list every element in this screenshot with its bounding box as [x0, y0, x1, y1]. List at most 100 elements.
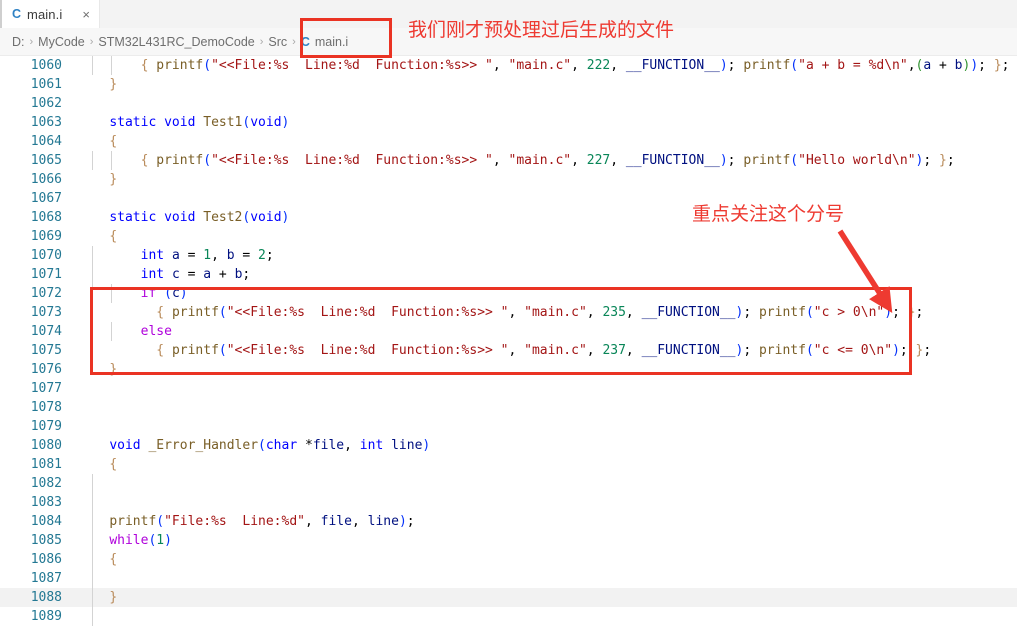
breadcrumb: D: › MyCode › STM32L431RC_DemoCode › Src… [0, 28, 1017, 56]
code-line[interactable]: 1068 static void Test2(void) [0, 208, 1017, 227]
code-line[interactable]: 1074 else [0, 322, 1017, 341]
line-number: 1065 [30, 153, 62, 168]
breadcrumb-item-mycode[interactable]: MyCode [38, 35, 85, 49]
line-content[interactable]: static void Test2(void) [62, 208, 289, 227]
code-line[interactable]: 1065 { printf("<<File:%s Line:%d Functio… [0, 151, 1017, 170]
code-line[interactable]: 1087 [0, 569, 1017, 588]
line-number: 1062 [30, 96, 62, 111]
line-number: 1069 [30, 229, 62, 244]
breadcrumb-item-project[interactable]: STM32L431RC_DemoCode [98, 35, 254, 49]
code-line[interactable]: 1078 [0, 398, 1017, 417]
code-line[interactable]: 1072 if (c) [0, 284, 1017, 303]
chevron-right-icon: › [89, 35, 94, 48]
indent-guide [111, 56, 112, 75]
line-number: 1085 [30, 533, 62, 548]
line-content[interactable]: { [62, 227, 117, 246]
line-content[interactable]: while(1) [62, 531, 172, 550]
line-number: 1087 [30, 571, 62, 586]
line-number: 1063 [30, 115, 62, 130]
line-content[interactable]: } [62, 588, 117, 607]
indent-guide [111, 151, 112, 170]
line-content[interactable]: { printf("<<File:%s Line:%d Function:%s>… [62, 341, 931, 360]
code-line[interactable]: 1066 } [0, 170, 1017, 189]
line-number: 1088 [30, 590, 62, 605]
line-number: 1073 [30, 305, 62, 320]
line-number: 1086 [30, 552, 62, 567]
code-line[interactable]: 1077 [0, 379, 1017, 398]
indent-guide [92, 474, 93, 626]
code-line[interactable]: 1075 { printf("<<File:%s Line:%d Functio… [0, 341, 1017, 360]
line-content[interactable]: void _Error_Handler(char *file, int line… [62, 436, 430, 455]
line-number: 1080 [30, 438, 62, 453]
indent-guide [92, 246, 93, 341]
code-line[interactable]: 1061 } [0, 75, 1017, 94]
line-content[interactable]: { [62, 132, 117, 151]
line-number: 1070 [30, 248, 62, 263]
code-line[interactable]: 1064 { [0, 132, 1017, 151]
code-line[interactable]: 1080 void _Error_Handler(char *file, int… [0, 436, 1017, 455]
line-number: 1084 [30, 514, 62, 529]
code-line[interactable]: 1063 static void Test1(void) [0, 113, 1017, 132]
line-number: 1075 [30, 343, 62, 358]
line-content[interactable]: } [62, 75, 117, 94]
line-number: 1061 [30, 77, 62, 92]
indent-guide [111, 284, 112, 303]
line-content[interactable]: if (c) [62, 284, 188, 303]
line-content[interactable]: static void Test1(void) [62, 113, 289, 132]
code-line[interactable]: 1071 int c = a + b; [0, 265, 1017, 284]
line-content[interactable]: } [62, 170, 117, 189]
line-content[interactable]: int a = 1, b = 2; [62, 246, 274, 265]
line-number: 1072 [30, 286, 62, 301]
line-number: 1068 [30, 210, 62, 225]
indent-guide [111, 322, 112, 341]
line-number: 1074 [30, 324, 62, 339]
line-content[interactable]: printf("File:%s Line:%d", file, line); [62, 512, 414, 531]
line-number: 1067 [30, 191, 62, 206]
code-line[interactable]: 1084 printf("File:%s Line:%d", file, lin… [0, 512, 1017, 531]
line-content[interactable]: else [62, 322, 172, 341]
line-number: 1089 [30, 609, 62, 624]
code-surface[interactable]: 1060 { printf("<<File:%s Line:%d Functio… [0, 56, 1017, 626]
code-line[interactable]: 1079 [0, 417, 1017, 436]
code-line[interactable]: 1069 { [0, 227, 1017, 246]
code-editor[interactable]: 1060 { printf("<<File:%s Line:%d Functio… [0, 56, 1017, 626]
breadcrumb-item-drive[interactable]: D: [12, 35, 25, 49]
code-line[interactable]: 1081 { [0, 455, 1017, 474]
line-number: 1078 [30, 400, 62, 415]
breadcrumb-item-file[interactable]: C main.i [301, 35, 348, 49]
code-line[interactable]: 1073 { printf("<<File:%s Line:%d Functio… [0, 303, 1017, 322]
code-line[interactable]: 1088 } [0, 588, 1017, 607]
line-content[interactable]: } [62, 360, 117, 379]
line-content[interactable]: { printf("<<File:%s Line:%d Function:%s>… [62, 56, 1010, 75]
close-icon[interactable]: × [82, 8, 90, 21]
code-line[interactable]: 1062 [0, 94, 1017, 113]
line-content[interactable]: { printf("<<File:%s Line:%d Function:%s>… [62, 303, 923, 322]
code-line[interactable]: 1076 } [0, 360, 1017, 379]
line-number: 1064 [30, 134, 62, 149]
line-content[interactable]: { [62, 550, 117, 569]
line-number: 1083 [30, 495, 62, 510]
code-line[interactable]: 1067 [0, 189, 1017, 208]
chevron-right-icon: › [259, 35, 264, 48]
line-number: 1066 [30, 172, 62, 187]
indent-guide [92, 56, 93, 75]
line-number: 1077 [30, 381, 62, 396]
code-line[interactable]: 1089 [0, 607, 1017, 626]
breadcrumb-item-src[interactable]: Src [268, 35, 287, 49]
code-line[interactable]: 1060 { printf("<<File:%s Line:%d Functio… [0, 56, 1017, 75]
code-line[interactable]: 1086 { [0, 550, 1017, 569]
code-line[interactable]: 1082 [0, 474, 1017, 493]
line-content[interactable]: { printf("<<File:%s Line:%d Function:%s>… [62, 151, 955, 170]
tab-label: main.i [27, 6, 63, 22]
code-line[interactable]: 1070 int a = 1, b = 2; [0, 246, 1017, 265]
line-content[interactable]: { [62, 455, 117, 474]
line-number: 1082 [30, 476, 62, 491]
line-number: 1060 [30, 58, 62, 73]
tab-main-i[interactable]: C main.i × [0, 0, 100, 28]
line-content[interactable]: int c = a + b; [62, 265, 251, 284]
line-number: 1081 [30, 457, 62, 472]
c-file-icon: C [300, 34, 310, 49]
code-line[interactable]: 1085 while(1) [0, 531, 1017, 550]
code-line[interactable]: 1083 [0, 493, 1017, 512]
tab-strip: C main.i × [0, 0, 1017, 29]
